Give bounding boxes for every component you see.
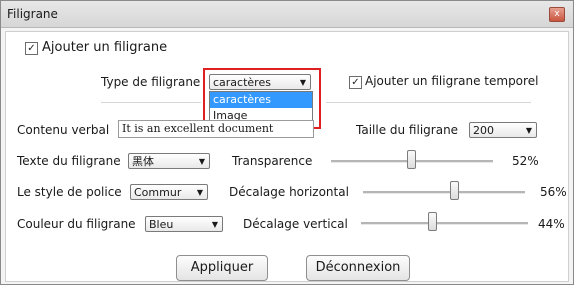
color-label: Couleur du filigrane: [17, 217, 136, 231]
color-select-value: Bleu: [149, 218, 174, 231]
style-select[interactable]: Commur ▼: [130, 184, 208, 200]
style-select-value: Commur: [134, 186, 182, 199]
apply-button[interactable]: Appliquer: [176, 255, 268, 281]
vertical-offset-value: 44%: [538, 217, 565, 231]
title-bar: Filigrane x: [1, 1, 573, 28]
color-select[interactable]: Bleu ▼: [145, 216, 223, 232]
horizontal-offset-slider-track[interactable]: [363, 191, 525, 194]
vertical-offset-slider-track[interactable]: [361, 222, 528, 225]
horizontal-offset-value: 56%: [540, 185, 567, 199]
check-icon: ✓: [27, 43, 36, 54]
chevron-down-icon: ▼: [198, 157, 205, 166]
font-select[interactable]: 黑体 ▼: [128, 153, 210, 169]
vertical-offset-label: Décalage vertical: [243, 217, 348, 231]
window-title: Filigrane: [7, 7, 58, 21]
add-watermark-checkbox[interactable]: ✓: [25, 42, 38, 55]
close-button[interactable]: x: [549, 7, 565, 22]
style-label: Le style de police: [17, 185, 122, 199]
size-select[interactable]: 200 ▼: [469, 122, 537, 138]
content-input[interactable]: It is an excellent document comme: [118, 120, 314, 138]
size-label: Taille du filigrane: [356, 123, 459, 137]
settings-panel: ✓ Ajouter un filigrane Type de filigrane…: [5, 31, 569, 282]
disconnect-button[interactable]: Déconnexion: [306, 255, 410, 281]
add-watermark-label: Ajouter un filigrane: [42, 40, 168, 55]
horizontal-offset-slider-thumb[interactable]: [450, 181, 459, 200]
transparency-slider-thumb[interactable]: [407, 150, 416, 169]
chevron-down-icon: ▼: [196, 188, 203, 197]
type-label: Type de filigrane: [101, 75, 201, 89]
watermark-dialog: Filigrane x ✓ Ajouter un filigrane Type …: [0, 0, 574, 285]
chevron-down-icon: ▼: [211, 220, 218, 229]
separator: [101, 102, 201, 103]
transparency-label: Transparence: [232, 154, 313, 168]
font-select-value: 黑体: [132, 155, 154, 168]
temporal-watermark-label: Ajouter un filigrane temporel: [365, 74, 539, 88]
content-label: Contenu verbal: [17, 123, 110, 137]
chevron-down-icon: ▼: [525, 126, 532, 135]
transparency-value: 52%: [512, 154, 539, 168]
font-label: Texte du filigrane: [17, 154, 121, 168]
vertical-offset-slider-thumb[interactable]: [428, 212, 437, 231]
horizontal-offset-label: Décalage horizontal: [229, 185, 349, 199]
check-icon: ✓: [351, 77, 360, 88]
temporal-watermark-checkbox[interactable]: ✓: [349, 76, 362, 89]
size-select-value: 200: [473, 124, 494, 137]
close-icon: x: [554, 9, 560, 19]
separator: [326, 102, 531, 103]
